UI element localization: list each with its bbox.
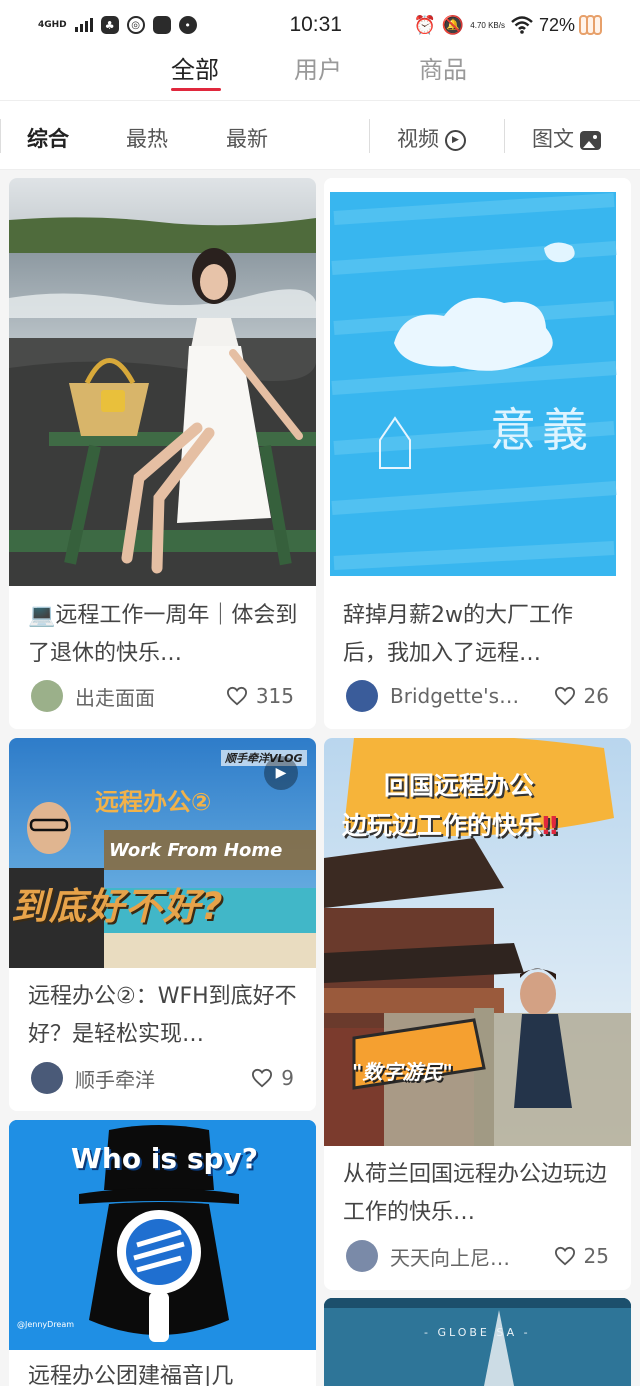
battery-icon (579, 15, 602, 35)
heart-icon (226, 686, 247, 706)
filter-hottest[interactable]: 最热 (126, 123, 168, 153)
author-name[interactable]: 出走面面 (75, 682, 215, 711)
tab-all[interactable]: 全部 (171, 50, 219, 85)
note-title: 远程办公团建福音|几 (28, 1364, 234, 1386)
cover-subtitle: Work From Home (109, 840, 283, 861)
cover-heading: Who is spy? (71, 1142, 259, 1175)
like-button[interactable]: 26 (554, 684, 609, 708)
note-cover-image[interactable]: 回国远程办公 边玩边工作的快乐‼ "数字游民" (324, 738, 631, 1146)
cover-heading: 回国远程办公 (384, 771, 535, 800)
note-title: 从荷兰回国远程办公边玩边工作的快乐… (343, 1162, 608, 1225)
filter-image-text[interactable]: 图文 (532, 123, 601, 153)
filter-image-label: 图文 (532, 127, 574, 151)
like-count: 26 (583, 684, 609, 708)
avatar[interactable] (346, 680, 378, 712)
exclamation-mark-icon: ‼ (542, 811, 558, 840)
cover-heading-2-text: 边玩边工作的快乐 (342, 811, 543, 840)
note-card[interactable]: - GLOBE SA - (324, 1298, 631, 1386)
cover-heading-2: 边玩边工作的快乐‼ (342, 806, 558, 842)
cover-photo (324, 1298, 631, 1386)
video-play-icon: ▶ (264, 756, 298, 790)
avatar[interactable] (346, 1240, 378, 1272)
message-icon: • (178, 16, 197, 34)
status-bar: 4GHD ♣ ◎ • 10:31 ⏰ 🔕 4.70 KB/s 72% (0, 0, 640, 50)
alarm-icon: ⏰ (413, 14, 436, 35)
divider (369, 119, 370, 153)
filter-video[interactable]: 视频 ▶ (397, 123, 466, 153)
note-title: 💻远程工作一周年｜体会到了退休的快乐… (28, 603, 298, 666)
battery-level: 72% (538, 14, 575, 35)
heart-icon (554, 1246, 575, 1266)
note-cover-image[interactable]: Who is spy? @JennyDream (9, 1120, 316, 1350)
network-speed: 4.70 KB/s (470, 20, 505, 30)
note-footer: 顺手牵洋 9 (31, 1061, 294, 1095)
note-cover-image[interactable]: 意義 (324, 178, 631, 586)
note-cover-image[interactable]: 顺手牵洋VLOG ▶ 远程办公② Work From Home 到底好不好? (9, 738, 316, 968)
note-title: 辞掉月薪2w的大厂工作后，我加入了远程… (343, 603, 573, 666)
clock: 10:31 (289, 13, 342, 36)
note-card[interactable]: 💻远程工作一周年｜体会到了退休的快乐… 出走面面 315 (9, 178, 316, 729)
like-count: 9 (281, 1066, 294, 1090)
tab-users[interactable]: 用户 (294, 50, 342, 85)
note-footer: Bridgette's… 26 (346, 679, 609, 713)
cover-caption: "数字游民" (352, 1060, 453, 1084)
image-icon (580, 130, 601, 150)
avatar[interactable] (31, 1062, 63, 1094)
note-footer: 天天向上尼… 25 (346, 1239, 609, 1273)
app-icon (152, 16, 171, 34)
note-cover-image[interactable] (9, 178, 316, 586)
divider (0, 119, 1, 153)
heart-icon (252, 1068, 273, 1088)
filter-newest[interactable]: 最新 (226, 123, 268, 153)
wifi-icon (511, 16, 533, 34)
status-left: 4GHD ♣ ◎ • (38, 16, 258, 34)
cover-caption: 到底好不好? (11, 885, 224, 928)
cover-drawing (330, 192, 617, 576)
author-name[interactable]: 顺手牵洋 (75, 1064, 215, 1093)
avatar[interactable] (31, 680, 63, 712)
filter-bar: 综合 最热 最新 视频 ▶ 图文 (0, 100, 640, 170)
cover-heading: 远程办公② (95, 788, 212, 816)
cover-text: 意義 (490, 403, 594, 457)
note-card[interactable]: 回国远程办公 边玩边工作的快乐‼ "数字游民" 从荷兰回国远程办公边玩边工作的快… (324, 738, 631, 1290)
filter-video-label: 视频 (397, 127, 439, 151)
cover-photo (9, 178, 316, 586)
network-type: 4GHD (38, 19, 67, 30)
active-tab-indicator (171, 88, 221, 91)
app-icon: ♣ (100, 16, 119, 34)
note-cover-image[interactable]: - GLOBE SA - (324, 1298, 631, 1386)
app-icon: ◎ (126, 16, 145, 34)
divider (504, 119, 505, 153)
cover-heading: - GLOBE SA - (424, 1326, 531, 1339)
filter-comprehensive[interactable]: 综合 (27, 123, 69, 153)
mute-icon: 🔕 (441, 14, 465, 35)
signal-icon (74, 18, 93, 32)
note-title: 远程办公②：WFH到底好不好？是轻松实现… (28, 984, 297, 1047)
like-count: 315 (255, 684, 294, 708)
status-right: ⏰ 🔕 4.70 KB/s 72% (413, 15, 602, 36)
note-footer: 出走面面 315 (31, 679, 294, 713)
like-button[interactable]: 25 (554, 1244, 609, 1268)
tab-products[interactable]: 商品 (419, 50, 467, 85)
author-name[interactable]: 天天向上尼… (390, 1242, 530, 1271)
note-card[interactable]: 顺手牵洋VLOG ▶ 远程办公② Work From Home 到底好不好? 远… (9, 738, 316, 1111)
like-button[interactable]: 315 (226, 684, 294, 708)
like-count: 25 (583, 1244, 609, 1268)
note-card[interactable]: Who is spy? @JennyDream 远程办公团建福音|几 (9, 1120, 316, 1386)
heart-icon (554, 686, 575, 706)
author-name[interactable]: Bridgette's… (390, 684, 530, 708)
play-icon: ▶ (445, 129, 466, 151)
search-result-tabs: 全部 用户 商品 (0, 50, 640, 100)
cover-watermark: @JennyDream (17, 1320, 75, 1329)
like-button[interactable]: 9 (251, 1066, 294, 1090)
note-card[interactable]: 意義 辞掉月薪2w的大厂工作后，我加入了远程… Bridgette's… 26 (324, 178, 631, 729)
